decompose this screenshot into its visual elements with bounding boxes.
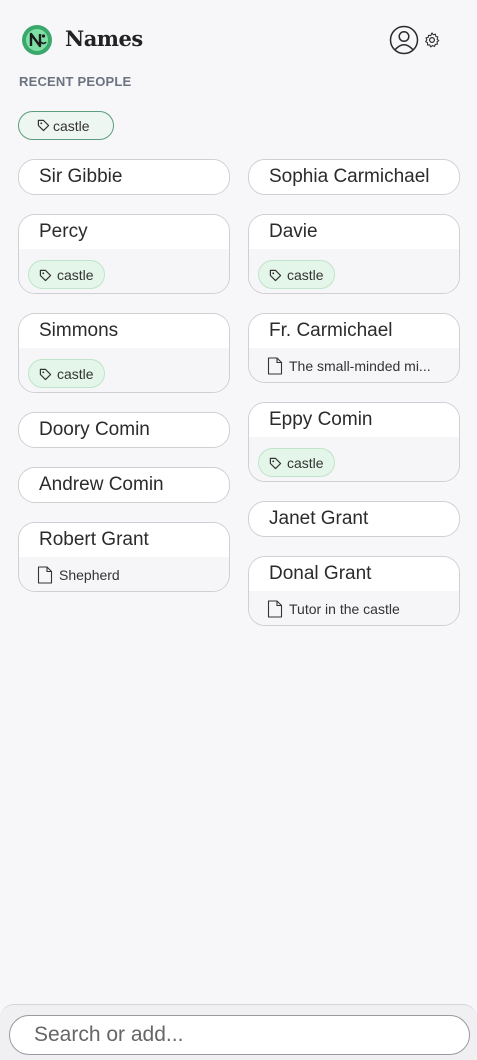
person-card[interactable]: Donal Grant Tutor in the castle (248, 556, 460, 626)
person-name: Sir Gibbie (19, 160, 229, 194)
tag-label: castle (287, 266, 324, 283)
person-name: Doory Comin (19, 413, 229, 447)
person-card-tags: castle (19, 348, 229, 392)
tag-label: castle (57, 266, 94, 283)
person-name: Simmons (19, 314, 229, 348)
people-column-left: Sir Gibbie Percy castle Simmons castle Doory … (18, 159, 230, 611)
tag-badge[interactable]: castle (28, 359, 105, 388)
person-card-tags: castle (249, 249, 459, 293)
tag-icon (37, 119, 50, 132)
tag-filter-chip[interactable]: castle (18, 111, 114, 140)
person-name: Davie (249, 215, 459, 249)
note-text: The small-minded mi... (289, 358, 431, 374)
people-column-right: Sophia Carmichael Davie castle Fr. Carmicha… (248, 159, 460, 645)
tag-icon (39, 368, 52, 381)
person-name: Fr. Carmichael (249, 314, 459, 348)
person-card[interactable]: Fr. Carmichael The small-minded mi... (248, 313, 460, 383)
person-card[interactable]: Janet Grant (248, 501, 460, 537)
person-card[interactable]: Sophia Carmichael (248, 159, 460, 195)
app-title: Names (65, 26, 143, 51)
section-title: RECENT PEOPLE (19, 74, 132, 89)
tag-filter-label: castle (53, 117, 90, 134)
person-card[interactable]: Simmons castle (18, 313, 230, 393)
person-name: Andrew Comin (19, 468, 229, 502)
person-card[interactable]: Eppy Comin castle (248, 402, 460, 482)
tag-badge[interactable]: castle (258, 448, 335, 477)
search-input[interactable] (9, 1015, 470, 1055)
person-card-note: Tutor in the castle (249, 591, 459, 625)
note-text: Shepherd (59, 567, 120, 583)
person-name: Sophia Carmichael (249, 160, 459, 194)
person-name: Percy (19, 215, 229, 249)
tag-icon (269, 457, 282, 470)
tag-label: castle (287, 454, 324, 471)
app-header: Names (0, 0, 477, 78)
note-text: Tutor in the castle (289, 601, 400, 617)
person-card-tags: castle (249, 437, 459, 481)
note-icon (267, 357, 283, 375)
person-card[interactable]: Davie castle (248, 214, 460, 294)
note-icon (267, 600, 283, 618)
person-card-note: Shepherd (19, 557, 229, 591)
person-name: Janet Grant (249, 502, 459, 536)
tag-icon (39, 269, 52, 282)
person-card[interactable]: Sir Gibbie (18, 159, 230, 195)
gear-icon[interactable] (423, 31, 441, 49)
person-card-note: The small-minded mi... (249, 348, 459, 382)
tag-badge[interactable]: castle (258, 260, 335, 289)
person-name: Robert Grant (19, 523, 229, 557)
tag-icon (269, 269, 282, 282)
user-circle-icon[interactable] (389, 25, 419, 55)
person-card-tags: castle (19, 249, 229, 293)
note-icon (37, 566, 53, 584)
app-logo-icon (22, 25, 52, 55)
person-card[interactable]: Doory Comin (18, 412, 230, 448)
tag-badge[interactable]: castle (28, 260, 105, 289)
person-card[interactable]: Robert Grant Shepherd (18, 522, 230, 592)
person-name: Eppy Comin (249, 403, 459, 437)
person-name: Donal Grant (249, 557, 459, 591)
person-card[interactable]: Andrew Comin (18, 467, 230, 503)
tag-label: castle (57, 365, 94, 382)
person-card[interactable]: Percy castle (18, 214, 230, 294)
